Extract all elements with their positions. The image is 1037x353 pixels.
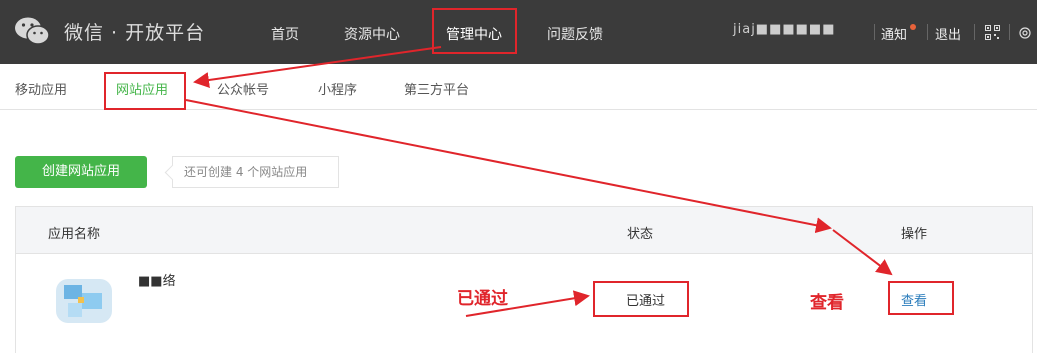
create-website-app-button[interactable]: 创建网站应用 bbox=[15, 156, 147, 188]
quota-hint: 还可创建 4 个网站应用 bbox=[172, 156, 339, 188]
user-name[interactable]: jiaj■■■■■■ bbox=[733, 22, 836, 37]
annotation-box-website-tab bbox=[104, 72, 186, 110]
platform-title: 微信 · 开放平台 bbox=[64, 22, 206, 44]
divider bbox=[1009, 24, 1010, 40]
annotation-box-management bbox=[432, 8, 517, 54]
divider bbox=[927, 24, 928, 40]
header-status: 状态 bbox=[627, 227, 654, 242]
divider bbox=[874, 24, 875, 40]
logout-link[interactable]: 退出 bbox=[935, 24, 961, 43]
top-navigation-bar: 微信 · 开放平台 首页 资源中心 管理中心 问题反馈 jiaj■■■■■■ 通… bbox=[0, 0, 1037, 64]
globe-icon[interactable] bbox=[1019, 27, 1031, 39]
annotation-action-note: 查看 bbox=[810, 293, 844, 313]
annotation-status-note: 已通过 bbox=[457, 289, 508, 309]
annotation-box-status bbox=[593, 281, 689, 317]
notification-dot-icon bbox=[910, 24, 916, 30]
divider bbox=[974, 24, 975, 40]
tab-mobile-apps[interactable]: 移动应用 bbox=[15, 79, 67, 98]
header-app-name: 应用名称 bbox=[48, 227, 101, 242]
wechat-logo-icon bbox=[15, 17, 50, 45]
tab-mini-programs[interactable]: 小程序 bbox=[318, 79, 357, 98]
app-name: ■■络 bbox=[138, 274, 176, 289]
nav-home[interactable]: 首页 bbox=[271, 24, 299, 44]
notify-link[interactable]: 通知 bbox=[881, 24, 907, 43]
nav-feedback[interactable]: 问题反馈 bbox=[547, 24, 603, 44]
tab-official-accounts[interactable]: 公众帐号 bbox=[217, 79, 269, 98]
nav-resources[interactable]: 资源中心 bbox=[344, 24, 400, 44]
header-actions: 操作 bbox=[901, 227, 928, 242]
app-table: 应用名称 状态 操作 ■■络 bbox=[15, 206, 1033, 353]
annotation-box-view bbox=[888, 281, 954, 315]
app-icon bbox=[56, 279, 112, 323]
tab-third-party-platform[interactable]: 第三方平台 bbox=[404, 79, 469, 98]
qr-code-icon[interactable] bbox=[985, 25, 1000, 40]
table-header: 应用名称 状态 操作 bbox=[16, 207, 1032, 254]
